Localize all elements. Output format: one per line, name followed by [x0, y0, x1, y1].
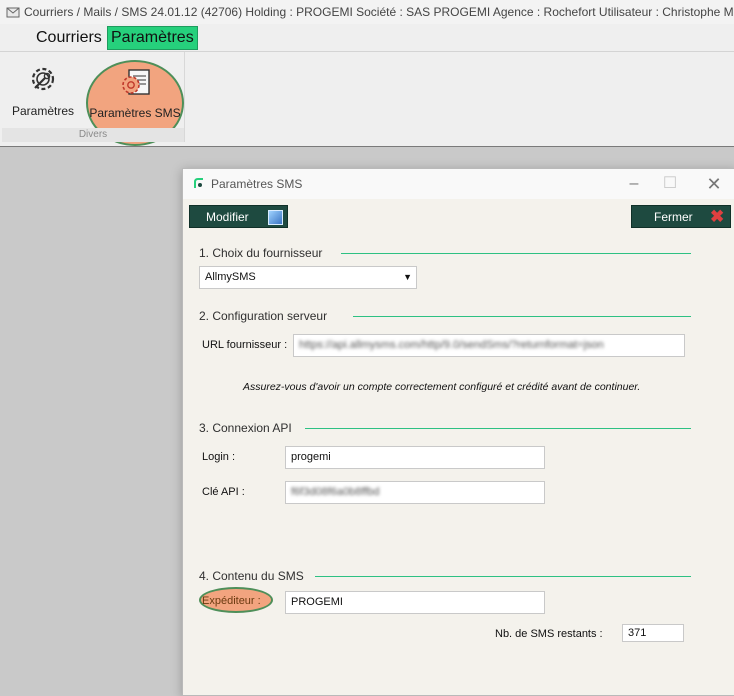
sender-label: Expéditeur : [202, 595, 261, 607]
sender-input[interactable]: PROGEMI [285, 591, 545, 614]
login-value: progemi [291, 451, 331, 463]
sms-settings-icon [122, 69, 150, 95]
ribbon-parametres-sms-label: Paramètres SMS [89, 106, 181, 120]
chevron-down-icon: ▼ [403, 272, 412, 282]
url-input[interactable]: https://api.allmysms.com/http/9.0/sendSm… [293, 334, 685, 357]
login-input[interactable]: progemi [285, 446, 545, 469]
edit-icon [268, 210, 283, 225]
sms-remaining-value: 371 [628, 627, 647, 639]
sms-settings-dialog: Paramètres SMS – ☐ ✕ Modifier Fermer ✖ 1… [182, 168, 734, 696]
gear-wrench-icon [31, 67, 55, 91]
section-sms-title: 4. Contenu du SMS [199, 569, 304, 583]
mail-app-icon [6, 7, 20, 18]
app-titlebar: Courriers / Mails / SMS 24.01.12 (42706)… [0, 0, 734, 24]
api-key-input[interactable]: f6f3d08f6a0b8ffbd [285, 481, 545, 504]
section-serveur-title: 2. Configuration serveur [199, 309, 328, 323]
modifier-button[interactable]: Modifier [189, 205, 288, 228]
api-key-value: f6f3d08f6a0b8ffbd [291, 486, 380, 498]
provider-select[interactable]: AllmySMS ▼ [199, 266, 417, 289]
fermer-button[interactable]: Fermer ✖ [631, 205, 731, 228]
provider-select-value: AllmySMS [205, 271, 256, 283]
app-title: Courriers / Mails / SMS 24.01.12 (42706)… [24, 5, 734, 19]
sms-remaining-label: Nb. de SMS restants : [495, 628, 603, 640]
section-fournisseur-title: 1. Choix du fournisseur [199, 246, 323, 260]
ribbon: Paramètres Paramètres SMS Divers [0, 52, 734, 147]
maximize-icon[interactable]: ☐ [653, 169, 687, 199]
close-x-icon: ✖ [710, 207, 725, 226]
minimize-icon[interactable]: – [617, 169, 651, 199]
section-divider [341, 253, 691, 254]
dialog-title: Paramètres SMS [211, 177, 303, 191]
menu-courriers[interactable]: Courriers [36, 26, 102, 50]
url-label: URL fournisseur : [202, 339, 288, 351]
sender-value: PROGEMI [291, 596, 343, 608]
section-divider [315, 576, 691, 577]
ribbon-parametres-button[interactable]: Paramètres [12, 62, 74, 118]
dialog-titlebar[interactable]: Paramètres SMS – ☐ ✕ [183, 169, 734, 199]
ribbon-parametres-label: Paramètres [12, 104, 75, 118]
section-divider [305, 428, 691, 429]
login-label: Login : [202, 451, 236, 463]
ribbon-group-divers: Paramètres Paramètres SMS Divers [2, 52, 185, 146]
server-note: Assurez-vous d'avoir un compte correctem… [243, 381, 641, 393]
modifier-label: Modifier [206, 210, 249, 224]
ribbon-group-label: Divers [2, 128, 184, 142]
section-divider [353, 316, 691, 317]
sms-remaining-field: 371 [622, 624, 684, 642]
menu-parametres[interactable]: Paramètres [107, 26, 198, 50]
section-api-title: 3. Connexion API [199, 421, 292, 435]
api-key-label: Clé API : [202, 486, 245, 498]
menu-bar: Courriers Paramètres [0, 24, 734, 52]
fermer-label: Fermer [654, 210, 693, 224]
url-value: https://api.allmysms.com/http/9.0/sendSm… [299, 339, 604, 351]
close-icon[interactable]: ✕ [697, 169, 731, 199]
app-logo-icon [194, 178, 203, 188]
